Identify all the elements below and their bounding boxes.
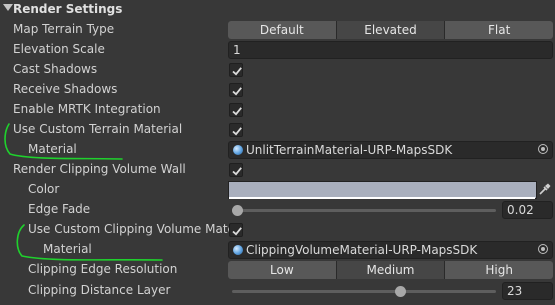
use-custom-clipping-material-checkbox[interactable] xyxy=(229,223,243,237)
section-header[interactable]: Render Settings xyxy=(0,0,555,20)
terrain-option-flat[interactable]: Flat xyxy=(445,21,553,39)
render-clipping-volume-wall-checkbox[interactable] xyxy=(229,163,243,177)
terrain-material-row: Material UnlitTerrainMaterial-URP-MapsSD… xyxy=(0,140,555,160)
clipping-distance-layer-label: Clipping Distance Layer xyxy=(28,283,171,297)
edge-fade-slider-handle[interactable] xyxy=(231,205,243,216)
enable-mrtk-checkbox[interactable] xyxy=(229,103,243,117)
render-clipping-volume-wall-row: Render Clipping Volume Wall xyxy=(0,160,555,180)
clipping-edge-resolution-toggle: Low Medium High xyxy=(228,261,553,279)
map-terrain-type-label: Map Terrain Type xyxy=(13,22,115,36)
clipping-distance-slider-track[interactable] xyxy=(232,290,496,293)
cast-shadows-checkbox[interactable] xyxy=(229,63,243,77)
clipping-material-label: Material xyxy=(43,242,92,256)
color-alpha-bar xyxy=(229,197,535,199)
terrain-option-elevated[interactable]: Elevated xyxy=(336,21,445,39)
checkmark-icon xyxy=(232,167,242,176)
edge-fade-input[interactable]: 0.02 xyxy=(502,201,553,219)
object-picker-icon[interactable] xyxy=(538,244,548,254)
receive-shadows-row: Receive Shadows xyxy=(0,80,555,100)
resolution-option-high[interactable]: High xyxy=(445,261,553,279)
elevation-scale-label: Elevation Scale xyxy=(13,42,105,56)
clipping-edge-resolution-label: Clipping Edge Resolution xyxy=(28,262,178,276)
clipping-edge-resolution-row: Clipping Edge Resolution Low Medium High xyxy=(0,260,555,280)
clipping-distance-input[interactable]: 23 xyxy=(502,282,553,300)
clipping-material-row: Material ClippingVolumeMaterial-URP-Maps… xyxy=(0,240,555,260)
edge-fade-row: Edge Fade 0.02 xyxy=(0,200,555,220)
use-custom-clipping-material-label: Use Custom Clipping Volume Mater xyxy=(28,222,240,236)
terrain-material-name: UnlitTerrainMaterial-URP-MapsSDK xyxy=(246,143,453,157)
resolution-option-low[interactable]: Low xyxy=(228,261,336,279)
clipping-material-field[interactable]: ClippingVolumeMaterial-URP-MapsSDK xyxy=(228,241,553,259)
color-label: Color xyxy=(28,182,60,196)
cast-shadows-label: Cast Shadows xyxy=(13,62,98,76)
enable-mrtk-row: Enable MRTK Integration xyxy=(0,100,555,120)
use-custom-terrain-material-checkbox[interactable] xyxy=(229,123,243,137)
object-picker-icon[interactable] xyxy=(538,144,548,154)
use-custom-clipping-material-row: Use Custom Clipping Volume Mater xyxy=(0,220,555,240)
use-custom-terrain-material-label: Use Custom Terrain Material xyxy=(13,122,183,136)
terrain-option-default[interactable]: Default xyxy=(228,21,336,39)
clipping-distance-slider-handle[interactable] xyxy=(395,286,407,297)
receive-shadows-checkbox[interactable] xyxy=(229,83,243,97)
map-terrain-type-toggle: Default Elevated Flat xyxy=(228,21,553,39)
receive-shadows-label: Receive Shadows xyxy=(13,82,118,96)
edge-fade-label: Edge Fade xyxy=(28,202,91,216)
eyedropper-icon[interactable] xyxy=(538,182,552,196)
edge-fade-slider-track[interactable] xyxy=(232,209,496,212)
render-clipping-volume-wall-label: Render Clipping Volume Wall xyxy=(13,162,186,176)
material-asset-icon xyxy=(233,245,243,255)
foldout-arrow-icon[interactable] xyxy=(3,4,13,11)
checkmark-icon xyxy=(232,87,242,96)
clipping-distance-layer-row: Clipping Distance Layer 23 xyxy=(0,281,555,301)
color-row: Color xyxy=(0,180,555,200)
checkmark-icon xyxy=(232,127,242,136)
checkmark-icon xyxy=(232,67,242,76)
clipping-material-name: ClippingVolumeMaterial-URP-MapsSDK xyxy=(246,243,478,257)
checkmark-icon xyxy=(232,107,242,116)
terrain-material-label: Material xyxy=(28,142,77,156)
cast-shadows-row: Cast Shadows xyxy=(0,60,555,80)
map-terrain-type-row: Map Terrain Type Default Elevated Flat xyxy=(0,20,555,40)
terrain-material-field[interactable]: UnlitTerrainMaterial-URP-MapsSDK xyxy=(228,141,553,159)
resolution-option-medium[interactable]: Medium xyxy=(336,261,445,279)
elevation-scale-input[interactable]: 1 xyxy=(228,41,553,59)
checkmark-icon xyxy=(232,227,242,236)
elevation-scale-row: Elevation Scale 1 xyxy=(0,40,555,60)
section-title: Render Settings xyxy=(13,2,123,16)
material-asset-icon xyxy=(233,145,243,155)
enable-mrtk-label: Enable MRTK Integration xyxy=(13,102,161,116)
use-custom-terrain-material-row: Use Custom Terrain Material xyxy=(0,120,555,140)
